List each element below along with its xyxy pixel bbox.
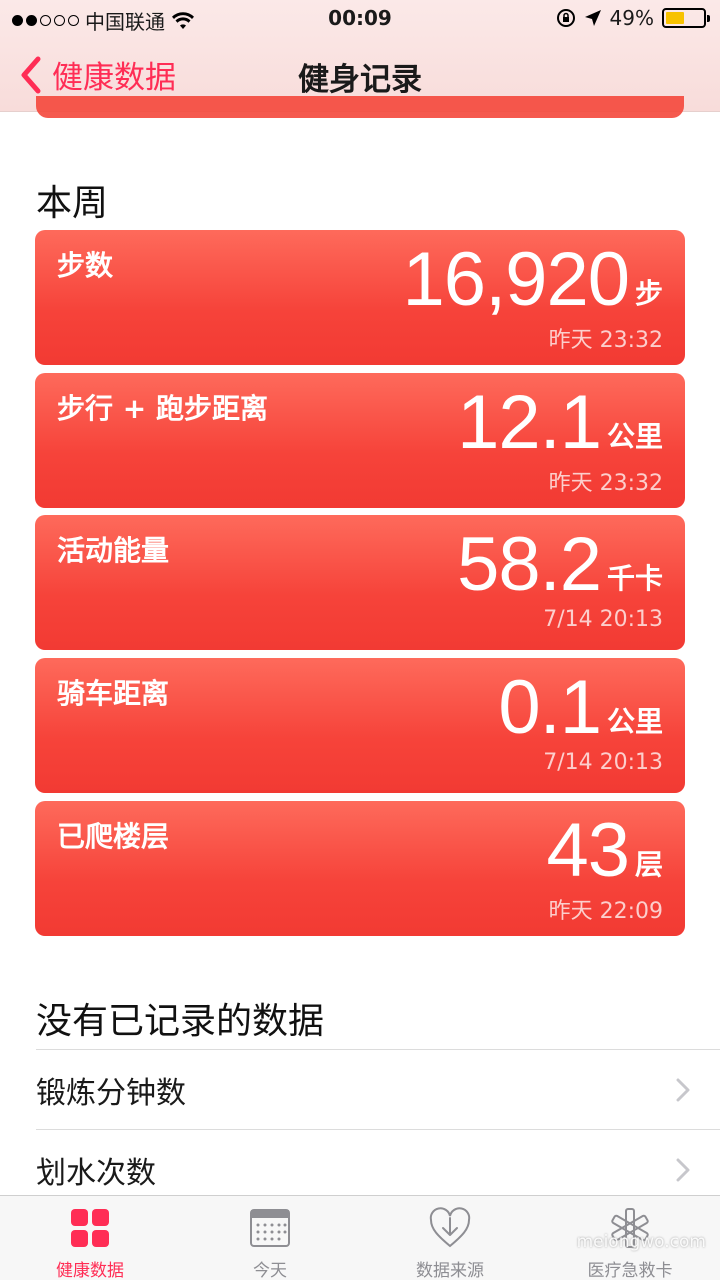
card-active-energy[interactable]: 活动能量 58.2 千卡 7/14 20:13 xyxy=(35,515,685,650)
card-label: 步行 + 跑步距离 xyxy=(57,392,268,425)
card-unit: 千卡 xyxy=(606,562,663,595)
status-right: 49% xyxy=(556,6,710,30)
card-timestamp: 7/14 20:13 xyxy=(543,607,663,632)
no-data-list: 锻炼分钟数 划水次数 xyxy=(36,1049,720,1209)
calendar-icon xyxy=(250,1209,290,1247)
card-walk-run-distance[interactable]: 步行 + 跑步距离 12.1 公里 昨天 23:32 xyxy=(35,373,685,508)
tab-label: 今天 xyxy=(253,1261,287,1280)
card-timestamp: 昨天 22:09 xyxy=(548,899,663,924)
card-unit: 步 xyxy=(634,277,663,310)
card-steps[interactable]: 步数 16,920 步 昨天 23:32 xyxy=(35,230,685,365)
chevron-right-icon xyxy=(676,1078,690,1101)
card-value: 58.2 xyxy=(457,522,602,607)
tab-today[interactable]: 今天 xyxy=(180,1206,360,1280)
card-label: 活动能量 xyxy=(57,534,170,567)
heart-download-icon xyxy=(429,1207,471,1248)
card-value-row: 16,920 步 xyxy=(403,238,663,322)
card-unit: 公里 xyxy=(606,420,663,453)
battery-level xyxy=(666,12,684,24)
card-flights-climbed[interactable]: 已爬楼层 43 层 昨天 22:09 xyxy=(35,801,685,936)
tab-label: 数据来源 xyxy=(416,1261,484,1280)
tab-label: 健康数据 xyxy=(56,1261,124,1280)
card-value: 16,920 xyxy=(402,237,630,322)
tab-label: 医疗急救卡 xyxy=(587,1261,673,1280)
card-value: 12.1 xyxy=(457,380,602,465)
list-item-label: 锻炼分钟数 xyxy=(36,1075,186,1111)
card-value-row: 43 层 xyxy=(546,809,663,893)
card-timestamp: 7/14 20:13 xyxy=(543,750,663,775)
card-label: 已爬楼层 xyxy=(57,820,170,853)
card-label: 步数 xyxy=(57,249,114,282)
tab-data-sources[interactable]: 数据来源 xyxy=(360,1206,540,1280)
rotation-lock-icon xyxy=(556,9,575,27)
location-arrow-icon xyxy=(584,10,601,26)
section-title-this-week: 本周 xyxy=(36,183,109,224)
card-unit: 层 xyxy=(634,848,663,881)
battery-icon xyxy=(662,8,710,28)
status-bar: 中国联通 00:09 49% xyxy=(0,0,720,38)
list-item-exercise-minutes[interactable]: 锻炼分钟数 xyxy=(36,1049,720,1129)
battery-percent: 49% xyxy=(609,6,654,30)
chevron-right-icon xyxy=(676,1158,690,1181)
card-value: 0.1 xyxy=(498,665,602,750)
card-value-row: 0.1 公里 xyxy=(498,666,663,750)
tab-health-data[interactable]: 健康数据 xyxy=(0,1206,180,1280)
watermark: meiongwo.com xyxy=(576,1232,706,1252)
card-value-row: 58.2 千卡 xyxy=(457,523,663,607)
card-timestamp: 昨天 23:32 xyxy=(548,471,663,496)
card-timestamp: 昨天 23:32 xyxy=(548,328,663,353)
card-value-row: 12.1 公里 xyxy=(457,381,663,465)
list-item-label: 划水次数 xyxy=(36,1155,156,1191)
dashboard-grid-icon xyxy=(71,1209,109,1247)
page-title: 健身记录 xyxy=(298,62,422,98)
card-label: 骑车距离 xyxy=(57,677,170,710)
card-cycling-distance[interactable]: 骑车距离 0.1 公里 7/14 20:13 xyxy=(35,658,685,793)
previous-card-edge xyxy=(36,96,684,118)
card-value: 43 xyxy=(546,808,630,893)
section-title-no-data: 没有已记录的数据 xyxy=(36,1001,325,1042)
card-unit: 公里 xyxy=(606,705,663,738)
